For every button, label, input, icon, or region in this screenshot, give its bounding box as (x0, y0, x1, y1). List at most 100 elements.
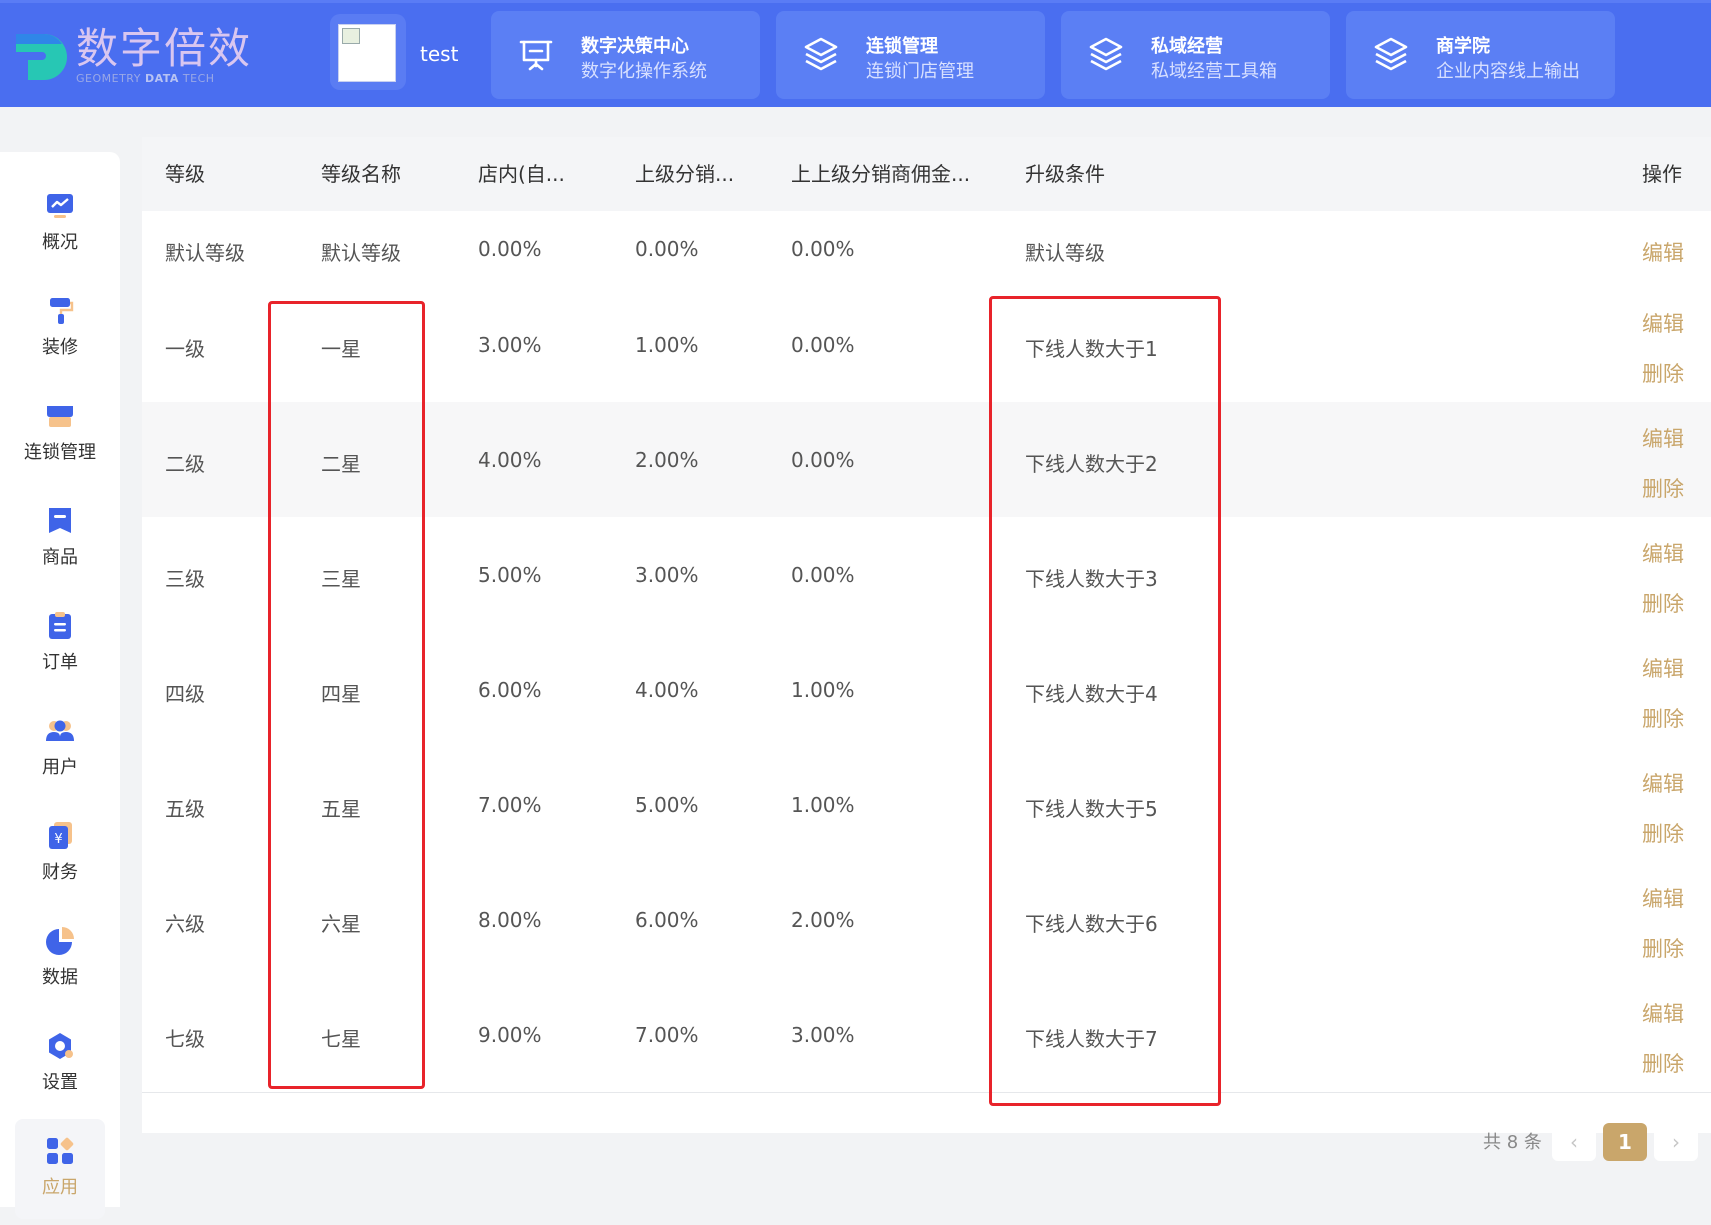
paint-roller-icon (50, 298, 74, 324)
delete-button[interactable]: 删除 (1642, 588, 1684, 618)
delete-button[interactable]: 删除 (1642, 358, 1684, 388)
brand-logo[interactable]: 数字倍效 GEOMETRY DATA TECH (14, 26, 250, 86)
yuan-wallet-icon: ¥ (49, 822, 72, 849)
edit-button[interactable]: 编辑 (1642, 883, 1684, 913)
sidebar-item-label: 数据 (42, 967, 78, 988)
logo-mark-icon (16, 34, 67, 80)
sidebar-item-finance[interactable]: ¥ 财务 (0, 820, 120, 910)
sidebar-item-label: 装修 (42, 337, 78, 358)
sidebar-item-decoration[interactable]: 装修 (0, 295, 120, 385)
sidebar-item-label: 应用 (42, 1177, 78, 1198)
nav-card-title: 连锁管理 (866, 36, 938, 57)
logo-subtitle: GEOMETRY DATA TECH (76, 72, 215, 85)
cell-grandparent-commission: 1.00% (791, 792, 855, 817)
cell-level-name: 三星 (321, 566, 361, 591)
cell-level: 六级 (165, 911, 205, 936)
cell-grandparent-commission: 0.00% (791, 447, 855, 472)
cell-store-commission: 7.00% (478, 792, 542, 817)
edit-button[interactable]: 编辑 (1642, 538, 1684, 568)
cell-level: 四级 (165, 681, 205, 706)
cell-parent-commission: 6.00% (635, 907, 699, 932)
pagination-total: 共 8 条 (1483, 1132, 1542, 1153)
pagination-next-button[interactable]: › (1654, 1123, 1698, 1161)
sidebar-item-label: 连锁管理 (24, 442, 96, 463)
cell-upgrade-condition: 下线人数大于7 (1025, 1026, 1158, 1051)
nav-card-subtitle: 数字化操作系统 (581, 61, 707, 82)
cell-level-name: 七星 (321, 1026, 361, 1051)
cell-parent-commission: 5.00% (635, 792, 699, 817)
gear-icon (49, 1033, 73, 1059)
cell-grandparent-commission: 0.00% (791, 332, 855, 357)
cell-upgrade-condition: 下线人数大于1 (1025, 336, 1158, 361)
table-row: 默认等级 默认等级 0.00% 0.00% 0.00% 默认等级 编辑 (142, 211, 1711, 288)
cell-grandparent-commission: 3.00% (791, 1022, 855, 1047)
cell-parent-commission: 2.00% (635, 447, 699, 472)
edit-button[interactable]: 编辑 (1642, 998, 1684, 1028)
cell-level-name: 六星 (321, 911, 361, 936)
column-header-upgrade-condition: 升级条件 (1025, 162, 1105, 186)
column-header-store-commission: 店内(自... (478, 162, 565, 186)
pie-chart-icon (46, 927, 74, 955)
delete-button[interactable]: 删除 (1642, 818, 1684, 848)
users-icon (46, 720, 74, 741)
delete-button[interactable]: 删除 (1642, 933, 1684, 963)
logo-sub-word-1: GEOMETRY (76, 72, 141, 85)
pagination-page-1[interactable]: 1 (1603, 1123, 1647, 1161)
cell-level: 一级 (165, 336, 205, 361)
pagination-prev-button[interactable]: ‹ (1552, 1123, 1596, 1161)
cell-level: 五级 (165, 796, 205, 821)
sidebar-item-overview[interactable]: 概况 (0, 190, 120, 280)
cell-level-name: 一星 (321, 336, 361, 361)
sidebar-item-chain[interactable]: 连锁管理 (0, 400, 120, 490)
cell-upgrade-condition: 下线人数大于6 (1025, 911, 1158, 936)
clipboard-icon (49, 612, 71, 639)
delete-button[interactable]: 删除 (1642, 703, 1684, 733)
edit-button[interactable]: 编辑 (1642, 768, 1684, 798)
edit-button[interactable]: 编辑 (1642, 423, 1684, 453)
sidebar-item-label: 财务 (42, 862, 78, 883)
column-header-level-name: 等级名称 (321, 162, 401, 186)
apps-grid-icon (47, 1137, 74, 1164)
table-row: 七级 七星 9.00% 7.00% 3.00% 下线人数大于7 编辑 删除 (142, 977, 1711, 1093)
sidebar-item-products[interactable]: 商品 (0, 505, 120, 595)
cell-upgrade-condition: 下线人数大于4 (1025, 681, 1158, 706)
edit-button[interactable]: 编辑 (1642, 237, 1684, 267)
user-name[interactable]: test (420, 42, 458, 66)
table-row: 五级 五星 7.00% 5.00% 1.00% 下线人数大于5 编辑 删除 (142, 747, 1711, 863)
nav-card-chain-management[interactable]: 连锁管理 连锁门店管理 (776, 11, 1045, 99)
sidebar-item-users[interactable]: 用户 (0, 715, 120, 805)
top-edge-line (0, 0, 1711, 3)
cell-upgrade-condition: 下线人数大于5 (1025, 796, 1158, 821)
broken-image-icon (342, 28, 360, 44)
sidebar-item-data[interactable]: 数据 (0, 925, 120, 1015)
cell-level: 二级 (165, 451, 205, 476)
cell-store-commission: 9.00% (478, 1022, 542, 1047)
delete-button[interactable]: 删除 (1642, 1048, 1684, 1078)
cell-store-commission: 6.00% (478, 677, 542, 702)
table-header: 等级 等级名称 店内(自... 上级分销... 上上级分销商佣金... 升级条件… (142, 137, 1711, 211)
user-avatar-box[interactable] (330, 14, 406, 90)
cell-level: 三级 (165, 566, 205, 591)
nav-card-subtitle: 连锁门店管理 (866, 61, 974, 82)
level-table-card: 等级 等级名称 店内(自... 上级分销... 上上级分销商佣金... 升级条件… (142, 137, 1711, 1133)
storefront-icon (47, 406, 73, 427)
cell-parent-commission: 7.00% (635, 1022, 699, 1047)
cell-parent-commission: 3.00% (635, 562, 699, 587)
sidebar-item-label: 商品 (42, 547, 78, 568)
sidebar-item-apps[interactable]: 应用 (0, 1119, 120, 1225)
nav-card-decision-center[interactable]: 数字决策中心 数字化操作系统 (491, 11, 760, 99)
edit-button[interactable]: 编辑 (1642, 653, 1684, 683)
cell-level-name: 四星 (321, 681, 361, 706)
table-row: 二级 二星 4.00% 2.00% 0.00% 下线人数大于2 编辑 删除 (142, 402, 1711, 518)
delete-button[interactable]: 删除 (1642, 473, 1684, 503)
logo-title: 数字倍效 (76, 24, 253, 73)
cell-grandparent-commission: 2.00% (791, 907, 855, 932)
edit-button[interactable]: 编辑 (1642, 308, 1684, 338)
nav-card-private-domain[interactable]: 私域经营 私域经营工具箱 (1061, 11, 1330, 99)
nav-card-subtitle: 私域经营工具箱 (1151, 61, 1277, 82)
logo-sub-word-3: TECH (182, 72, 215, 85)
sidebar-item-orders[interactable]: 订单 (0, 610, 120, 700)
sidebar-item-settings[interactable]: 设置 (0, 1030, 120, 1120)
cell-grandparent-commission: 0.00% (791, 562, 855, 587)
nav-card-business-school[interactable]: 商学院 企业内容线上输出 (1346, 11, 1615, 99)
